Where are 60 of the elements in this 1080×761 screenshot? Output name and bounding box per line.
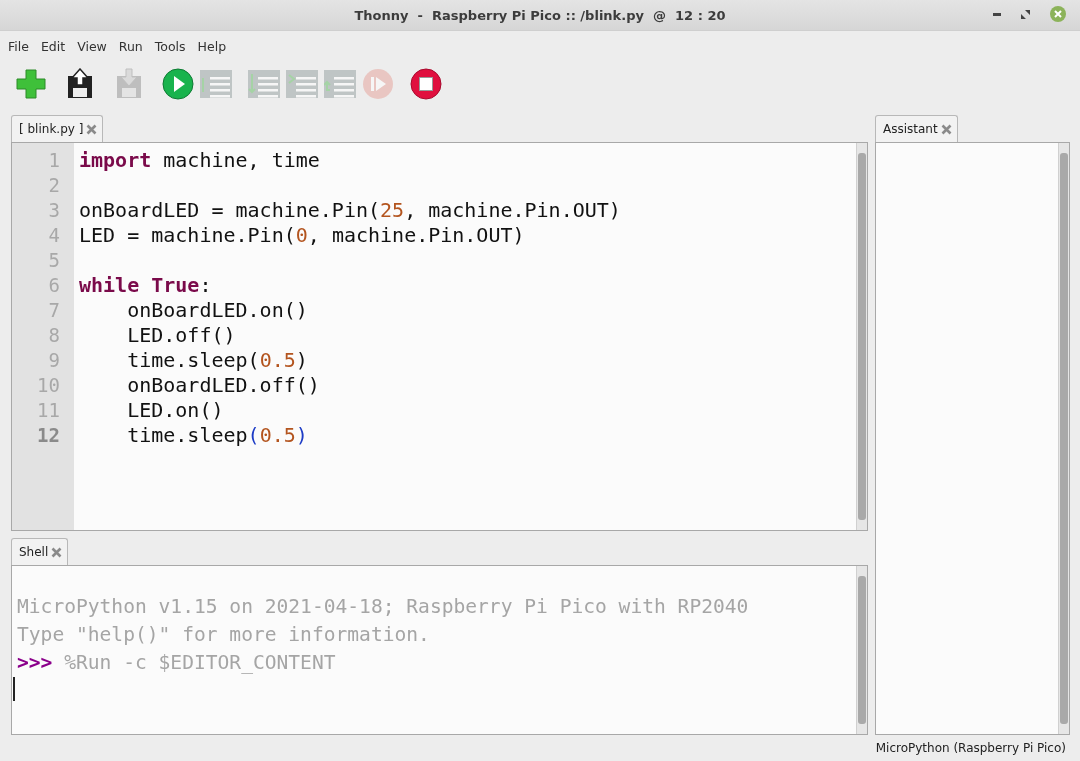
shell-line: Type "help()" for more information. bbox=[17, 622, 431, 648]
code-line: LED = machine.Pin(0, machine.Pin.OUT) bbox=[79, 223, 526, 248]
line-number: 7 bbox=[47, 298, 61, 323]
close-icon[interactable] bbox=[86, 123, 98, 135]
shell-line: MicroPython v1.15 on 2021-04-18; Raspberry Pi Pico with RP2040 bbox=[17, 594, 750, 620]
tab[interactable]: Shell bbox=[11, 538, 69, 565]
line-number: 3 bbox=[47, 198, 61, 223]
menu-item[interactable]: File bbox=[2, 38, 35, 62]
code-line: onBoardLED.off() bbox=[126, 373, 321, 398]
code-line: LED.off() bbox=[126, 323, 237, 348]
code-line: time.sleep(0.5) bbox=[126, 348, 309, 373]
floppy-disk-icon bbox=[66, 68, 94, 100]
plus-icon bbox=[15, 68, 47, 100]
code-line: LED.on() bbox=[126, 398, 225, 423]
line-number: 6 bbox=[47, 273, 61, 298]
play-icon bbox=[162, 68, 194, 100]
menu-item[interactable]: Help bbox=[191, 38, 233, 62]
list-icon bbox=[200, 70, 232, 98]
play-icon bbox=[362, 68, 394, 100]
line-number: 1 bbox=[47, 148, 61, 173]
stop-icon bbox=[410, 68, 442, 100]
scrollbar[interactable] bbox=[1058, 143, 1069, 734]
line-number: 4 bbox=[47, 223, 61, 248]
menu-item[interactable]: View bbox=[71, 38, 113, 62]
line-number: 12 bbox=[36, 423, 61, 448]
maximize-icon[interactable] bbox=[1021, 9, 1030, 19]
run-button[interactable] bbox=[159, 65, 197, 103]
status-text: MicroPython (Raspberry Pi Pico) bbox=[875, 741, 1066, 755]
code-line: onBoardLED.on() bbox=[126, 298, 309, 323]
menu-item[interactable]: Edit bbox=[34, 38, 72, 62]
text-cursor bbox=[13, 677, 15, 701]
line-number: 8 bbox=[47, 323, 61, 348]
scrollbar[interactable] bbox=[856, 143, 867, 530]
close-icon[interactable] bbox=[1050, 6, 1066, 22]
tab[interactable]: [ blink.py ] bbox=[11, 115, 104, 142]
window-title: Thonny - Raspberry Pi Pico :: /blink.py @ 12 : 20 bbox=[354, 7, 726, 23]
shell-line: >>> %Run -c $EDITOR_CONTENT bbox=[17, 650, 337, 676]
tab[interactable]: Assistant bbox=[875, 115, 958, 142]
menu-item[interactable]: Run bbox=[112, 38, 149, 62]
list-icon bbox=[248, 70, 280, 98]
code-line: import machine, time bbox=[79, 148, 321, 173]
line-number: 2 bbox=[47, 173, 61, 198]
line-number: 11 bbox=[36, 398, 61, 423]
scrollbar[interactable] bbox=[856, 566, 867, 734]
code-line: time.sleep(0.5) bbox=[126, 423, 309, 448]
code-line: while True: bbox=[79, 273, 213, 298]
code-line: onBoardLED = machine.Pin(25, machine.Pin.OUT) bbox=[79, 198, 622, 223]
close-icon[interactable] bbox=[940, 123, 952, 135]
list-icon bbox=[286, 70, 318, 98]
close-icon[interactable] bbox=[51, 546, 63, 558]
list-icon bbox=[324, 70, 356, 98]
line-number: 10 bbox=[36, 373, 61, 398]
shell-console[interactable]: MicroPython v1.15 on 2021-04-18; Raspberry Pi Pico with RP2040 Type "help()" for more information. >>> %Run -c $EDITOR_CONTENT bbox=[11, 565, 868, 735]
menu-item[interactable]: Tools bbox=[148, 38, 192, 62]
line-number: 9 bbox=[47, 348, 61, 373]
stop-button[interactable] bbox=[407, 65, 445, 103]
line-number: 5 bbox=[47, 248, 61, 273]
minimize-icon[interactable] bbox=[993, 12, 1001, 16]
code-editor[interactable] bbox=[11, 142, 868, 531]
floppy-disk-icon bbox=[115, 68, 143, 100]
